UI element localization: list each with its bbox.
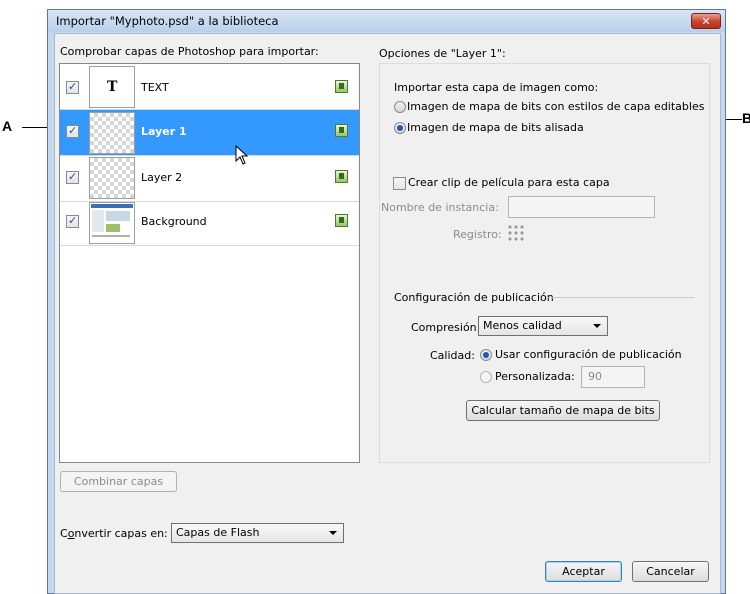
- instance-name-label: Nombre de instancia:: [381, 201, 499, 214]
- import-layer-icon[interactable]: [335, 214, 348, 227]
- registration-grid-icon[interactable]: [507, 224, 525, 242]
- close-button[interactable]: ✕: [691, 13, 721, 29]
- layer-checkbox[interactable]: ✓: [66, 124, 79, 138]
- close-icon: ✕: [701, 15, 711, 28]
- mouse-cursor-icon: [235, 145, 249, 165]
- callout-a-line: [22, 127, 47, 128]
- chevron-down-icon: [593, 324, 601, 328]
- layer-row[interactable]: ✓ T TEXT: [60, 64, 359, 110]
- ok-button[interactable]: Aceptar: [545, 561, 622, 582]
- convert-layers-select[interactable]: Capas de Flash: [171, 523, 344, 543]
- dialog-title: Importar "Myphoto.psd" a la biblioteca: [56, 14, 279, 28]
- layer-thumbnail: T: [89, 66, 135, 108]
- quality-label: Calidad:: [430, 349, 475, 362]
- layer-row[interactable]: ✓ Layer 2: [60, 156, 359, 202]
- flattened-bitmap-radio[interactable]: [394, 122, 406, 134]
- custom-quality-label: Personalizada:: [495, 370, 575, 383]
- registration-label: Registro:: [453, 228, 502, 241]
- compression-label: Compresión:: [411, 321, 481, 334]
- text-layer-icon: T: [107, 79, 118, 95]
- custom-quality-value: 90: [588, 370, 602, 383]
- layers-heading: Comprobar capas de Photoshop para import…: [60, 45, 319, 58]
- layer-name: Layer 2: [141, 171, 183, 184]
- use-publish-settings-radio[interactable]: [480, 349, 492, 361]
- create-movie-clip-checkbox[interactable]: [393, 177, 406, 190]
- import-layer-icon[interactable]: [335, 80, 348, 93]
- import-layer-icon[interactable]: [335, 124, 348, 137]
- compression-select[interactable]: Menos calidad: [478, 316, 608, 336]
- layer-row[interactable]: ✓ Background: [60, 200, 359, 246]
- layer-thumbnail: [89, 112, 135, 154]
- compression-value: Menos calidad: [483, 319, 562, 332]
- publish-settings-heading: Configuración de publicación: [394, 291, 554, 304]
- publish-settings-divider: [546, 297, 694, 298]
- layer-name: TEXT: [141, 81, 169, 94]
- merge-layers-button[interactable]: Combinar capas: [60, 471, 177, 492]
- custom-quality-input[interactable]: 90: [581, 366, 645, 388]
- import-layer-icon[interactable]: [335, 170, 348, 183]
- layer-row-selected[interactable]: ✓ Layer 1: [60, 110, 359, 156]
- layer-name: Layer 1: [141, 125, 187, 138]
- convert-layers-label: Convertir capas en:: [60, 527, 168, 540]
- layer-thumbnail: [89, 157, 135, 199]
- layer-checkbox[interactable]: ✓: [66, 170, 79, 184]
- callout-a-label: A: [2, 118, 13, 134]
- custom-quality-radio[interactable]: [480, 371, 492, 383]
- convert-layers-value: Capas de Flash: [176, 526, 260, 539]
- layer-checkbox[interactable]: ✓: [66, 80, 79, 94]
- calculate-bitmap-size-button[interactable]: Calcular tamaño de mapa de bits: [466, 400, 660, 421]
- layer-checkbox[interactable]: ✓: [66, 214, 79, 228]
- chevron-down-icon: [329, 531, 337, 535]
- callout-b-label: B: [742, 110, 750, 126]
- callout-b-line: [726, 119, 742, 120]
- options-heading: Opciones de "Layer 1":: [379, 47, 506, 60]
- layer-name: Background: [141, 215, 207, 228]
- editable-bitmap-label: Imagen de mapa de bits con estilos de ca…: [407, 100, 705, 113]
- cancel-button[interactable]: Cancelar: [632, 561, 709, 582]
- instance-name-input[interactable]: [508, 196, 655, 218]
- use-publish-settings-label: Usar configuración de publicación: [495, 348, 682, 361]
- flattened-bitmap-label: Imagen de mapa de bits alisada: [407, 121, 584, 134]
- create-movie-clip-label: Crear clip de película para esta capa: [408, 176, 610, 189]
- import-as-label: Importar esta capa de imagen como:: [394, 81, 599, 94]
- editable-bitmap-radio[interactable]: [394, 101, 406, 113]
- layer-thumbnail: [89, 202, 135, 244]
